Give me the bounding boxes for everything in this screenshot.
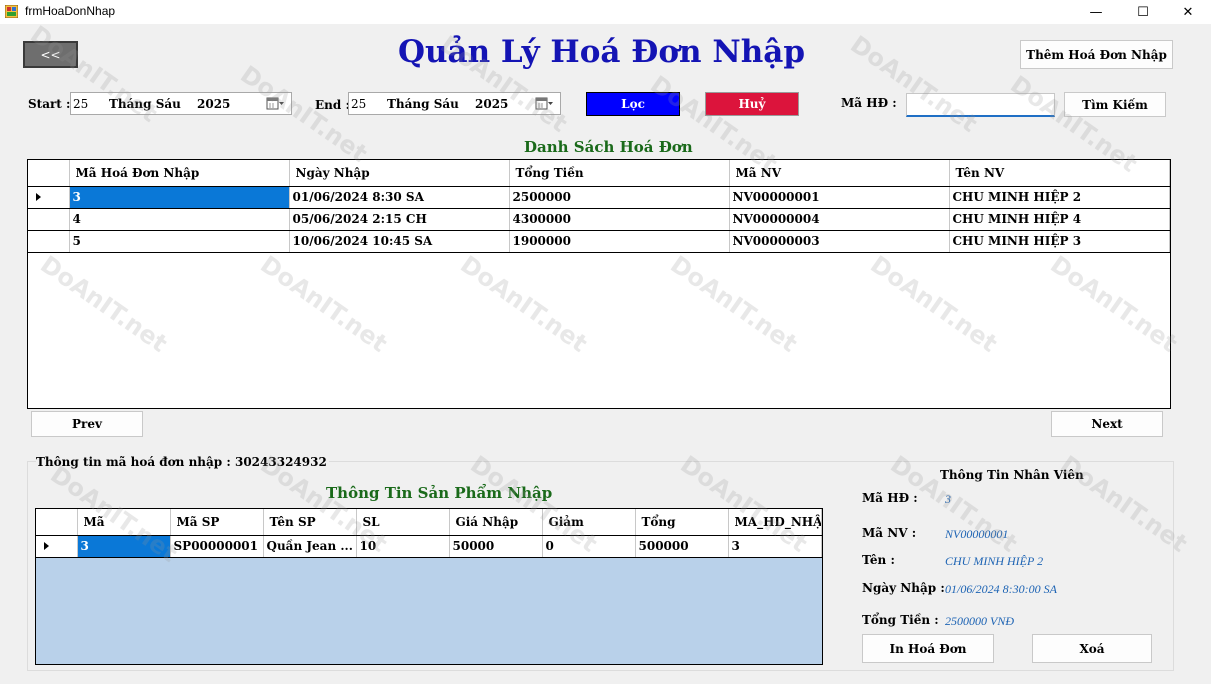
column-header[interactable]: Tổng: [635, 509, 729, 536]
start-month: Tháng Sáu: [109, 97, 181, 111]
current-row-arrow-icon: [44, 542, 49, 550]
total-label: Tổng Tiền :: [862, 613, 939, 627]
table-row[interactable]: 5 10/06/2024 10:45 SA 1900000 NV00000003…: [28, 230, 1170, 253]
product-grid[interactable]: Mã Mã SP Tên SP SL Giá Nhập Giảm Tổng MA…: [35, 508, 823, 665]
row-header-corner: [28, 160, 70, 187]
end-date-picker[interactable]: 25 Tháng Sáu 2025: [348, 92, 561, 115]
table-cell[interactable]: 50000: [449, 535, 543, 558]
table-cell[interactable]: 3: [69, 186, 290, 209]
current-row-arrow-icon: [36, 193, 41, 201]
table-cell[interactable]: 10/06/2024 10:45 SA: [289, 230, 510, 253]
delete-button[interactable]: Xoá: [1032, 634, 1152, 663]
table-cell[interactable]: 1900000: [509, 230, 730, 253]
row-selector[interactable]: [28, 208, 70, 231]
table-cell[interactable]: 01/06/2024 8:30 SA: [289, 186, 510, 209]
window-titlebar: [0, 0, 1211, 24]
total-value: 2500000 VNĐ: [945, 614, 1014, 628]
table-cell[interactable]: 4: [69, 208, 290, 231]
start-label: Start :: [28, 97, 71, 111]
invoice-info-line: Thông tin mã hoá đơn nhập : 30243324932: [36, 455, 329, 469]
table-cell[interactable]: 3: [77, 535, 171, 558]
search-label: Mã HĐ :: [841, 96, 897, 110]
row-header-corner: [36, 509, 78, 536]
table-cell[interactable]: 4300000: [509, 208, 730, 231]
print-invoice-button[interactable]: In Hoá Đơn: [862, 634, 994, 663]
column-header[interactable]: MA_HD_NHẬ: [728, 509, 822, 536]
calendar-dropdown-icon[interactable]: [266, 97, 285, 111]
start-day: 25: [73, 97, 89, 111]
row-selector[interactable]: [28, 186, 70, 209]
minimize-button[interactable]: —: [1073, 0, 1119, 24]
maximize-button[interactable]: ☐: [1120, 0, 1166, 24]
table-row[interactable]: 4 05/06/2024 2:15 CH 4300000 NV00000004 …: [28, 208, 1170, 231]
employee-id-value: NV00000001: [945, 527, 1009, 541]
column-header[interactable]: Mã SP: [170, 509, 264, 536]
invoice-list-title: Danh Sách Hoá Đơn: [524, 138, 693, 156]
table-cell[interactable]: 10: [356, 535, 450, 558]
end-year: 2025: [475, 97, 509, 111]
invoice-grid[interactable]: Mã Hoá Đơn Nhập Ngày Nhập Tổng Tiền Mã N…: [27, 159, 1171, 409]
table-row[interactable]: 3 SP00000001 Quần Jean ... 10 50000 0 50…: [36, 535, 822, 558]
column-header[interactable]: Tên SP: [263, 509, 357, 536]
table-cell[interactable]: 3: [728, 535, 822, 558]
app-icon: [5, 5, 18, 18]
table-cell[interactable]: NV00000004: [729, 208, 950, 231]
column-header[interactable]: Mã: [77, 509, 171, 536]
prev-button[interactable]: Prev: [31, 411, 143, 437]
table-cell[interactable]: CHU MINH HIỆP 4: [949, 208, 1170, 231]
table-cell[interactable]: SP00000001: [170, 535, 264, 558]
table-cell[interactable]: 2500000: [509, 186, 730, 209]
employee-info-title: Thông Tin Nhân Viên: [940, 468, 1084, 482]
filter-button[interactable]: Lọc: [586, 92, 680, 116]
table-cell[interactable]: 5: [69, 230, 290, 253]
search-button[interactable]: Tìm Kiếm: [1064, 92, 1166, 117]
next-button[interactable]: Next: [1051, 411, 1163, 437]
invoice-id-value: 3: [945, 492, 951, 506]
employee-name-label: Tên :: [862, 553, 895, 567]
end-label: End :: [315, 98, 350, 112]
add-invoice-button[interactable]: Thêm Hoá Đơn Nhập: [1020, 40, 1173, 69]
column-header[interactable]: SL: [356, 509, 450, 536]
column-header[interactable]: Giá Nhập: [449, 509, 543, 536]
table-cell[interactable]: 05/06/2024 2:15 CH: [289, 208, 510, 231]
end-day: 25: [351, 97, 367, 111]
import-date-label: Ngày Nhập :: [862, 581, 945, 595]
row-selector[interactable]: [28, 230, 70, 253]
product-header-row: Mã Mã SP Tên SP SL Giá Nhập Giảm Tổng MA…: [36, 509, 822, 536]
table-cell[interactable]: 500000: [635, 535, 729, 558]
table-cell[interactable]: Quần Jean ...: [263, 535, 357, 558]
column-header[interactable]: Tổng Tiền: [509, 160, 730, 187]
close-button[interactable]: ✕: [1165, 0, 1211, 24]
column-header[interactable]: Tên NV: [949, 160, 1170, 187]
end-month: Tháng Sáu: [387, 97, 459, 111]
table-cell[interactable]: CHU MINH HIỆP 3: [949, 230, 1170, 253]
start-date-picker[interactable]: 25 Tháng Sáu 2025: [70, 92, 292, 115]
start-year: 2025: [197, 97, 231, 111]
column-header[interactable]: Giảm: [542, 509, 636, 536]
employee-id-label: Mã NV :: [862, 526, 917, 540]
import-date-value: 01/06/2024 8:30:00 SA: [945, 582, 1057, 596]
table-row[interactable]: 3 01/06/2024 8:30 SA 2500000 NV00000001 …: [28, 186, 1170, 209]
table-cell[interactable]: CHU MINH HIỆP 2: [949, 186, 1170, 209]
search-input[interactable]: [906, 93, 1055, 117]
calendar-dropdown-icon[interactable]: [535, 97, 554, 111]
invoice-header-row: Mã Hoá Đơn Nhập Ngày Nhập Tổng Tiền Mã N…: [28, 160, 1170, 187]
window-title: frmHoaDonNhap: [25, 4, 116, 18]
products-title: Thông Tin Sản Phẩm Nhập: [326, 484, 553, 502]
column-header[interactable]: Mã Hoá Đơn Nhập: [69, 160, 290, 187]
invoice-id-label: Mã HĐ :: [862, 491, 918, 505]
table-cell[interactable]: 0: [542, 535, 636, 558]
column-header[interactable]: Ngày Nhập: [289, 160, 510, 187]
employee-name-value: CHU MINH HIỆP 2: [945, 554, 1044, 568]
table-cell[interactable]: NV00000003: [729, 230, 950, 253]
row-selector[interactable]: [36, 535, 78, 558]
column-header[interactable]: Mã NV: [729, 160, 950, 187]
cancel-button[interactable]: Huỷ: [705, 92, 799, 116]
table-cell[interactable]: NV00000001: [729, 186, 950, 209]
